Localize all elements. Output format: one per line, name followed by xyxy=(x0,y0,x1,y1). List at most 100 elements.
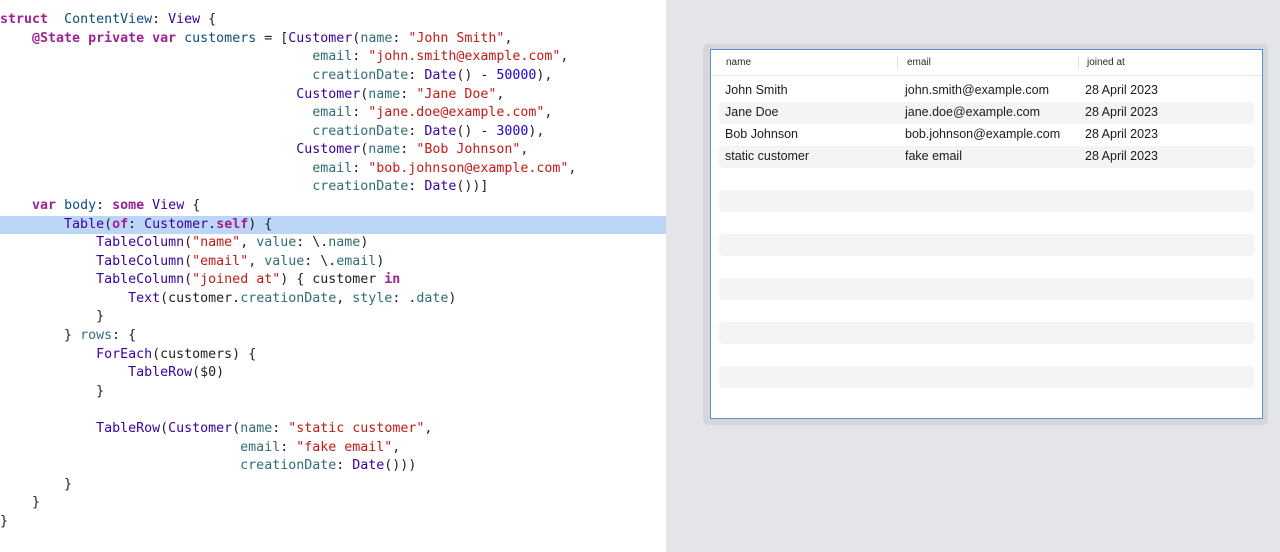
code-token: name xyxy=(368,86,401,102)
code-token: ) xyxy=(376,253,385,269)
code-token: ())) xyxy=(384,458,417,474)
code-token: ())] xyxy=(456,179,489,195)
code-token: ( xyxy=(184,253,193,269)
code-token: Customer xyxy=(168,420,233,436)
code-line[interactable]: } xyxy=(0,494,666,513)
code-line[interactable]: Text(customer.creationDate, style: .date… xyxy=(0,290,666,309)
code-token: ( xyxy=(184,235,193,251)
code-line[interactable] xyxy=(0,401,666,420)
code-token: "jane.doe@example.com" xyxy=(368,105,545,121)
code-line[interactable]: Customer(name: "Bob Johnson", xyxy=(0,141,666,160)
code-token: : xyxy=(400,86,417,102)
code-token: Date xyxy=(424,123,457,139)
code-token: : xyxy=(96,198,113,213)
code-line[interactable]: @State private var customers = [Customer… xyxy=(0,30,666,49)
cell-joined-at: 28 April 2023 xyxy=(1085,83,1158,97)
code-line[interactable]: email: "john.smith@example.com", xyxy=(0,48,666,67)
table-row[interactable]: Bob Johnson bob.johnson@example.com 28 A… xyxy=(719,124,1254,146)
column-header-email[interactable]: email xyxy=(907,57,931,68)
code-token: "John Smith" xyxy=(408,30,505,46)
code-line[interactable]: email: "fake email", xyxy=(0,439,666,458)
code-token: . xyxy=(208,216,217,232)
code-line[interactable]: TableColumn("email", value: \.email) xyxy=(0,253,666,272)
code-line[interactable]: } xyxy=(0,308,666,327)
code-token: ) xyxy=(448,290,457,306)
code-token: name xyxy=(368,142,401,158)
code-token: "john.smith@example.com" xyxy=(368,49,561,65)
code-line[interactable]: creationDate: Date())] xyxy=(0,178,666,197)
cell-email: fake email xyxy=(905,149,962,163)
code-line[interactable]: creationDate: Date())) xyxy=(0,457,666,476)
code-token: ContentView xyxy=(64,12,153,28)
code-line[interactable]: email: "jane.doe@example.com", xyxy=(0,104,666,123)
code-token: customers xyxy=(184,30,257,46)
code-token: TableColumn xyxy=(96,235,185,251)
code-token: struct xyxy=(0,12,49,28)
code-line[interactable]: Customer(name: "Jane Doe", xyxy=(0,86,666,105)
code-token: View xyxy=(152,198,185,213)
code-line[interactable]: struct ContentView: View { xyxy=(0,11,666,30)
code-line[interactable]: TableRow($0) xyxy=(0,364,666,383)
code-token: @State private var xyxy=(32,30,177,46)
column-divider[interactable] xyxy=(1078,56,1079,70)
code-token: , xyxy=(240,235,257,251)
code-token: TableColumn xyxy=(96,272,185,288)
table-row[interactable]: Jane Doe jane.doe@example.com 28 April 2… xyxy=(719,102,1254,124)
code-token: TableRow xyxy=(96,420,161,436)
column-divider[interactable] xyxy=(897,56,898,70)
code-line[interactable]: TableColumn("joined at") { customer in xyxy=(0,271,666,290)
code-line[interactable]: TableRow(Customer(name: "static customer… xyxy=(0,420,666,439)
code-token: ), xyxy=(536,67,553,83)
code-token: ($0) xyxy=(192,365,225,381)
code-line[interactable]: TableColumn("name", value: \.name) xyxy=(0,234,666,253)
code-token: name xyxy=(328,235,361,251)
code-token: , xyxy=(568,160,577,176)
cell-email: bob.johnson@example.com xyxy=(905,127,1061,141)
code-token: Table xyxy=(64,216,105,232)
code-line[interactable]: creationDate: Date() - 50000), xyxy=(0,67,666,86)
code-token: 3000 xyxy=(496,123,529,139)
code-token: Text xyxy=(128,290,161,306)
code-line[interactable]: } xyxy=(0,383,666,402)
code-token: "static customer" xyxy=(288,420,425,436)
code-token: some xyxy=(112,198,145,213)
code-token: , xyxy=(544,105,553,121)
code-token: : xyxy=(408,179,425,195)
code-line[interactable]: email: "bob.johnson@example.com", xyxy=(0,160,666,179)
code-token: } xyxy=(0,309,105,325)
code-token: , xyxy=(336,290,353,306)
code-editor[interactable]: struct ContentView: View { @State privat… xyxy=(0,0,666,552)
code-line[interactable]: } xyxy=(0,476,666,495)
code-line[interactable]: creationDate: Date() - 3000), xyxy=(0,123,666,142)
code-token: style xyxy=(352,290,393,306)
code-line[interactable]: } rows: { xyxy=(0,327,666,346)
column-header-joined-at[interactable]: joined at xyxy=(1087,57,1125,68)
code-token: , xyxy=(392,439,401,455)
code-token: creationDate xyxy=(312,123,409,139)
code-token: , xyxy=(248,253,265,269)
code-token: : xyxy=(408,123,425,139)
code-token: ForEach xyxy=(96,346,153,362)
code-token: TableColumn xyxy=(96,253,185,269)
table-row[interactable]: John Smith john.smith@example.com 28 Apr… xyxy=(719,80,1254,102)
code-line-highlighted[interactable]: Table(of: Customer.self) { xyxy=(0,215,666,235)
code-line[interactable]: } xyxy=(0,513,666,532)
code-token: } xyxy=(0,383,105,399)
customers-table[interactable]: name email joined at John Smith john.smi… xyxy=(710,49,1263,419)
code-line[interactable]: ForEach(customers) { xyxy=(0,346,666,365)
column-header-name[interactable]: name xyxy=(726,57,751,68)
code-token: name xyxy=(360,30,393,46)
cell-name: John Smith xyxy=(725,83,788,97)
code-token: : xyxy=(352,105,369,121)
code-line[interactable]: var body: some View { xyxy=(0,197,666,216)
code-token: : xyxy=(280,439,297,455)
table-row[interactable]: static customer fake email 28 April 2023 xyxy=(719,146,1254,168)
code-token: in xyxy=(384,272,401,288)
